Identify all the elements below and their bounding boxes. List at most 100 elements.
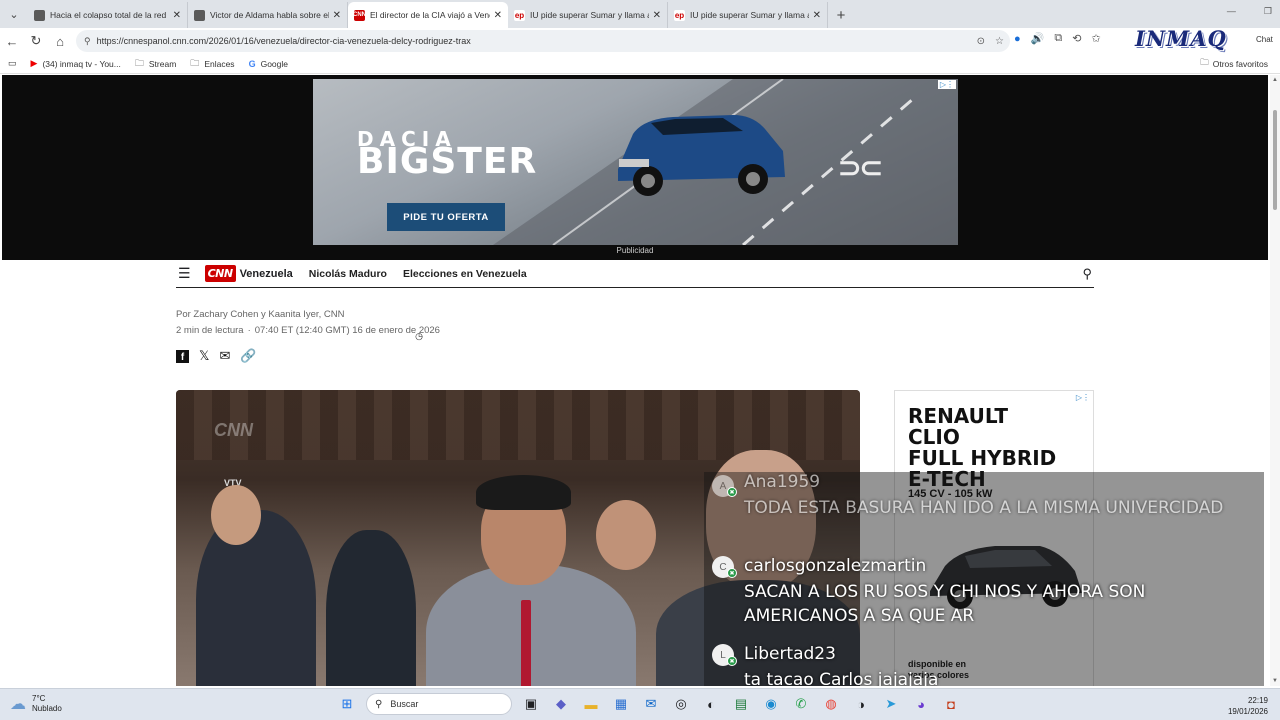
bookmark-star-icon[interactable]: ☆ [995, 36, 1004, 47]
new-tab-button[interactable]: + [828, 2, 854, 28]
file-explorer-icon[interactable]: ▬ [580, 693, 602, 715]
bookmark-youtube[interactable]: ▶ (34) inmaq tv - You... [31, 58, 121, 69]
scroll-thumb[interactable] [1273, 110, 1277, 210]
app-icon[interactable]: ◐ [700, 693, 722, 715]
share-bar: f 𝕏 ✉ 🔗 [176, 348, 257, 364]
whatsapp-icon[interactable]: ✆ [790, 693, 812, 715]
tab-title: El director de la CIA viajó a Venez [370, 10, 490, 20]
browser-tab[interactable]: Victor de Aldama habla sobre el h ✕ [188, 2, 348, 28]
extensions-puzzle-icon[interactable]: ⧉ [1054, 32, 1062, 45]
cnn-logo[interactable]: CNN [204, 265, 236, 282]
obs-icon[interactable]: ◑ [850, 693, 872, 715]
window-controls: — ❐ [1227, 6, 1272, 17]
toolbar: ← ↻ ⌂ ⚲ https://cnnespanol.cnn.com/2026/… [0, 28, 1280, 54]
extension-icon[interactable]: ● [1014, 33, 1021, 45]
performance-icon[interactable]: ⟲ [1072, 32, 1081, 45]
time: 22:19 [1247, 696, 1268, 705]
scroll-up-icon[interactable]: ▲ [1272, 77, 1278, 83]
chrome-icon[interactable]: ◍ [820, 693, 842, 715]
person-image [326, 530, 416, 686]
windows-start-icon[interactable]: ⊞ [336, 693, 358, 715]
cnn-nav: ☰ CNN Venezuela Nicolás Maduro Eleccione… [176, 260, 1094, 288]
task-view-icon[interactable]: ▣ [520, 693, 542, 715]
ad-brand-bigster: BIGSTER [357, 141, 538, 182]
person-image [211, 485, 261, 545]
browser-tab[interactable]: ep IU pide superar Sumar y llama a a ✕ [508, 2, 668, 28]
restore-icon[interactable]: ❐ [1264, 6, 1272, 17]
member-badge-icon: ✖ [727, 568, 737, 578]
person-image [596, 500, 656, 570]
tab-favicon-icon: ep [674, 9, 685, 21]
favorites-icon[interactable]: ✩ [1091, 32, 1100, 45]
folder-icon: 🗀 [1200, 56, 1209, 67]
chat-text: ta tacao Carlos jajajaja [744, 670, 939, 686]
byline: Por Zachary Cohen y Kaanita Iyer, CNN [176, 309, 345, 320]
menu-icon[interactable]: ☰ [178, 265, 191, 282]
adchoices-icon[interactable]: ▷⋮ [937, 80, 956, 89]
ad-offer-button[interactable]: PIDE TU OFERTA [387, 203, 505, 231]
search-icon: ⚲ [375, 698, 383, 710]
address-bar[interactable]: ⚲ https://cnnespanol.cnn.com/2026/01/16/… [76, 30, 1010, 52]
tab-favicon-icon [34, 9, 45, 21]
system-clock[interactable]: 22:19 19/01/2026 [1228, 695, 1268, 717]
adchoices-icon[interactable]: ▷⋮ [1076, 393, 1090, 402]
site-info-icon[interactable]: ⚲ [84, 36, 91, 47]
windows-taskbar: ☁ 7°C Nublado ⊞ ⚲ Buscar ▣ ◆ ▬ ▦ ✉ ◎ ◐ ▤… [0, 688, 1280, 720]
nav-link-elecciones[interactable]: Elecciones en Venezuela [403, 268, 527, 280]
chat-username: Libertad23 [744, 644, 836, 664]
date: 19/01/2026 [1227, 707, 1268, 716]
read-aloud-icon[interactable]: ⊙ [977, 36, 985, 47]
close-tab-icon[interactable]: ✕ [333, 10, 341, 21]
dacia-ad[interactable]: DACIA BIGSTER PIDE TU OFERTA ⊃⊂ ▷⋮ [313, 79, 958, 245]
tab-title: IU pide superar Sumar y llama a a [530, 10, 649, 20]
close-tab-icon[interactable]: ✕ [494, 10, 502, 21]
bookmark-stream[interactable]: 🗀 Stream [135, 56, 176, 72]
tab-title: Victor de Aldama habla sobre el h [210, 10, 329, 20]
outlook-icon[interactable]: ✉ [640, 693, 662, 715]
bookmark-google[interactable]: G Google [249, 59, 288, 69]
browser-tab[interactable]: ep IU pide superar Sumar y llama a a ✕ [668, 2, 828, 28]
person-image [521, 600, 531, 686]
tab-search-chevron-icon[interactable]: ⌄ [0, 0, 28, 28]
temperature: 7°C [32, 694, 46, 703]
browser-tab[interactable]: CNN El director de la CIA viajó a Venez ✕ [348, 2, 508, 28]
ad-label: Publicidad [616, 246, 654, 255]
browser-tab[interactable]: Hacia el colapso total de la red elé ✕ [28, 2, 188, 28]
back-button[interactable]: ← [0, 29, 24, 53]
minimize-icon[interactable]: — [1227, 6, 1236, 17]
app-icon[interactable]: ◕ [910, 693, 932, 715]
weather-widget[interactable]: ☁ 7°C Nublado [10, 694, 62, 714]
facebook-icon[interactable]: f [176, 349, 189, 363]
page-scrollbar[interactable]: ▲ ▼ [1270, 75, 1280, 686]
chat-label[interactable]: Chat [1256, 35, 1273, 44]
search-icon[interactable]: ⚲ [1082, 266, 1092, 282]
telegram-icon[interactable]: ➤ [880, 693, 902, 715]
other-favorites[interactable]: 🗀 Otros favoritos [1200, 57, 1268, 71]
home-button[interactable]: ⌂ [48, 29, 72, 53]
nav-link-maduro[interactable]: Nicolás Maduro [309, 268, 387, 280]
youtube-icon: ▶ [30, 58, 38, 68]
close-tab-icon[interactable]: ✕ [813, 10, 821, 21]
powerpoint-icon[interactable]: ◘ [940, 693, 962, 715]
close-tab-icon[interactable]: ✕ [653, 10, 661, 21]
nav-section-venezuela[interactable]: Venezuela [240, 268, 293, 280]
excel-like-icon[interactable]: ▤ [730, 693, 752, 715]
sidebar-toggle-icon[interactable]: ▭ [8, 58, 17, 69]
close-tab-icon[interactable]: ✕ [173, 10, 181, 21]
ad-line-clio: CLIO [908, 425, 960, 449]
media-app-icon[interactable]: ◎ [670, 693, 692, 715]
teams-icon[interactable]: ◆ [550, 693, 572, 715]
email-icon[interactable]: ✉ [219, 348, 230, 364]
speaker-icon[interactable]: 🔊 [1031, 32, 1045, 45]
edge-icon[interactable]: ◉ [760, 693, 782, 715]
copy-link-icon[interactable]: 🔗 [240, 348, 256, 364]
store-icon[interactable]: ▦ [610, 693, 632, 715]
x-twitter-icon[interactable]: 𝕏 [199, 348, 209, 364]
inmaq-logo: INMAQ [1135, 25, 1227, 51]
ad-line-hybrid: FULL HYBRID [908, 446, 1057, 470]
bookmark-enlaces[interactable]: 🗀 Enlaces [190, 56, 234, 72]
taskbar-search[interactable]: ⚲ Buscar [366, 693, 512, 715]
scroll-down-icon[interactable]: ▼ [1272, 678, 1278, 684]
clock-icon: ◷ [415, 331, 423, 341]
reload-button[interactable]: ↻ [24, 29, 48, 53]
